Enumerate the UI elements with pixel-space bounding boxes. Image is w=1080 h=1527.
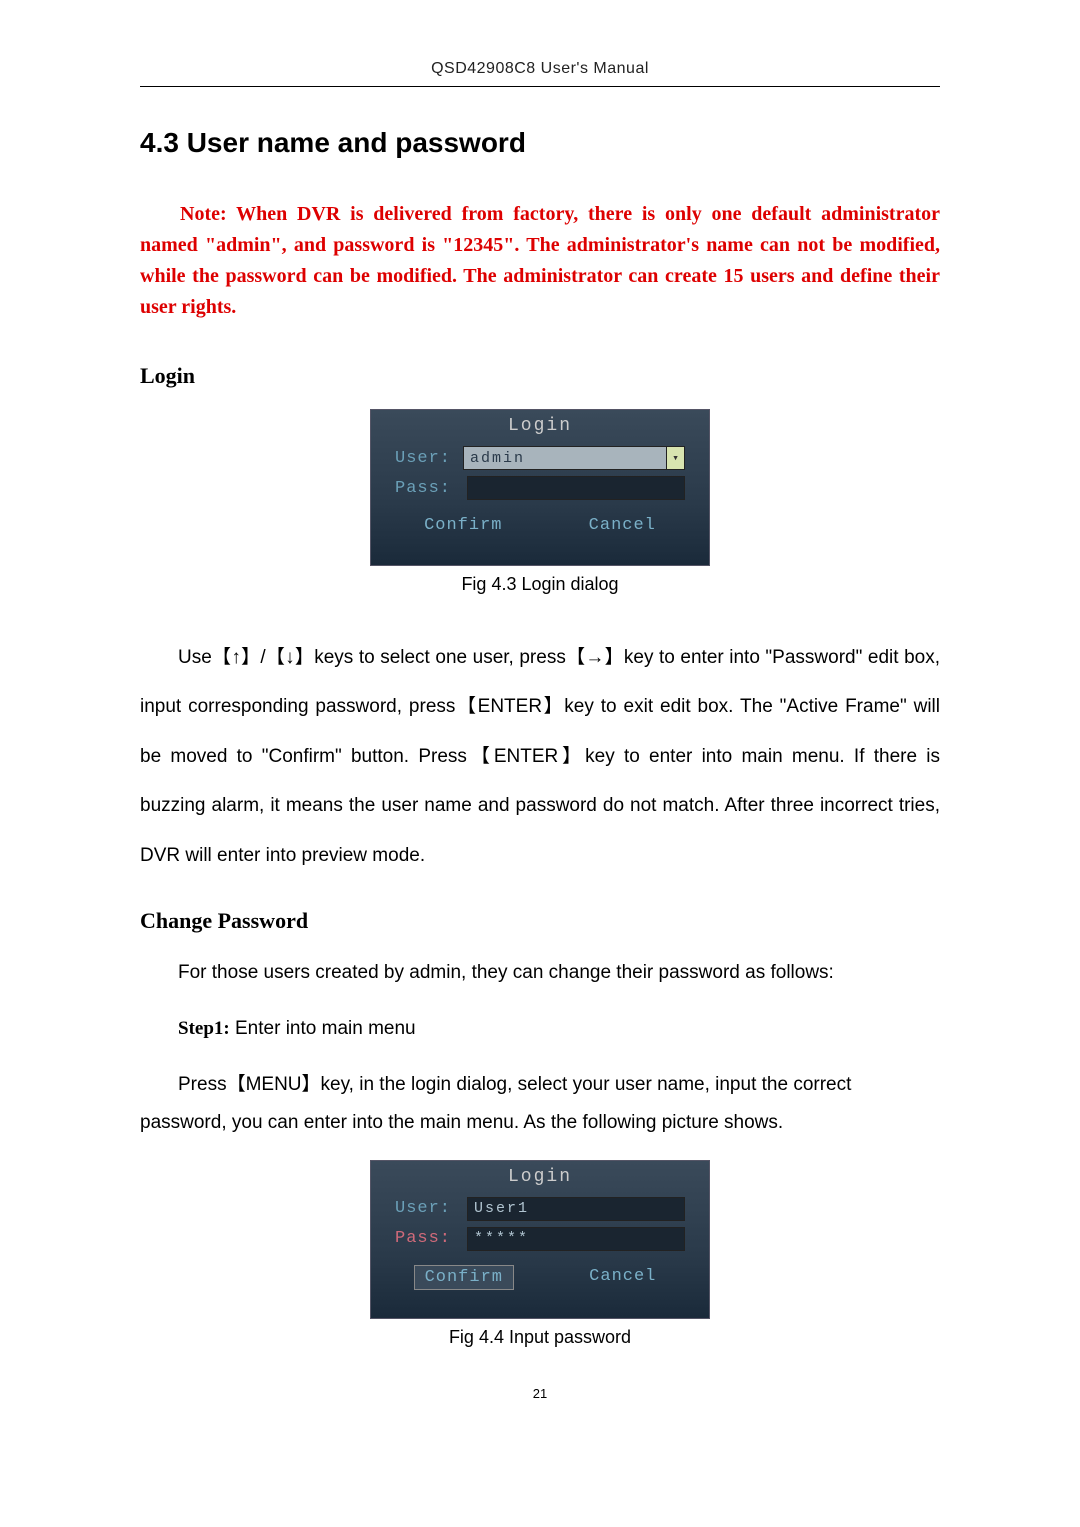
figure-caption-2: Fig 4.4 Input password xyxy=(140,1327,940,1348)
login-pass-input[interactable] xyxy=(467,476,685,500)
login-pass-label-2: Pass: xyxy=(395,1229,467,1248)
figure-caption-1: Fig 4.3 Login dialog xyxy=(140,574,940,595)
login-pass-input-2[interactable] xyxy=(467,1227,685,1251)
step1-text: Enter into main menu xyxy=(230,1018,416,1039)
subheading-login: Login xyxy=(140,363,940,389)
page-header: QSD42908C8 User's Manual xyxy=(140,60,940,87)
login-pass-label: Pass: xyxy=(395,479,467,498)
cancel-button[interactable]: Cancel xyxy=(579,514,666,537)
step1-description: Press【MENU】key, in the login dialog, sel… xyxy=(140,1066,940,1142)
change-password-intro: For those users created by admin, they c… xyxy=(140,954,940,992)
login-pass-row-2: Pass: xyxy=(381,1227,699,1251)
login-button-row-2: Confirm Cancel xyxy=(381,1265,699,1290)
chevron-down-icon[interactable]: ▾ xyxy=(667,446,685,470)
login-user-label: User: xyxy=(395,449,463,468)
login-dialog-figure-2: Login User: Pass: Confirm Cancel xyxy=(370,1160,710,1319)
section-title: 4.3 User name and password xyxy=(140,127,940,159)
login-user-label-2: User: xyxy=(395,1199,467,1218)
usage-paragraph: Use【↑】/【↓】keys to select one user, press… xyxy=(140,633,940,880)
cancel-button-2[interactable]: Cancel xyxy=(579,1265,666,1290)
confirm-button[interactable]: Confirm xyxy=(414,514,512,537)
confirm-button-2[interactable]: Confirm xyxy=(414,1265,514,1290)
login-dialog-figure-1: Login User: ▾ Pass: Confirm Cancel xyxy=(370,409,710,566)
login-user-row: User: ▾ xyxy=(381,446,699,470)
document-page: QSD42908C8 User's Manual 4.3 User name a… xyxy=(0,0,1080,1441)
login-user-input-2[interactable] xyxy=(467,1197,685,1221)
page-number: 21 xyxy=(140,1386,940,1401)
login-dialog-title: Login xyxy=(381,416,699,436)
login-user-dropdown[interactable]: ▾ xyxy=(463,446,685,470)
login-pass-row: Pass: xyxy=(381,476,699,500)
step1-label: Step1: xyxy=(178,1018,230,1039)
step1-line: Step1: Enter into main menu xyxy=(140,1010,940,1048)
login-dialog-title-2: Login xyxy=(381,1167,699,1187)
note-paragraph: Note: When DVR is delivered from factory… xyxy=(140,199,940,323)
login-user-row-2: User: xyxy=(381,1197,699,1221)
login-button-row: Confirm Cancel xyxy=(381,514,699,537)
subheading-change-password: Change Password xyxy=(140,908,940,934)
login-user-input[interactable] xyxy=(463,446,667,470)
